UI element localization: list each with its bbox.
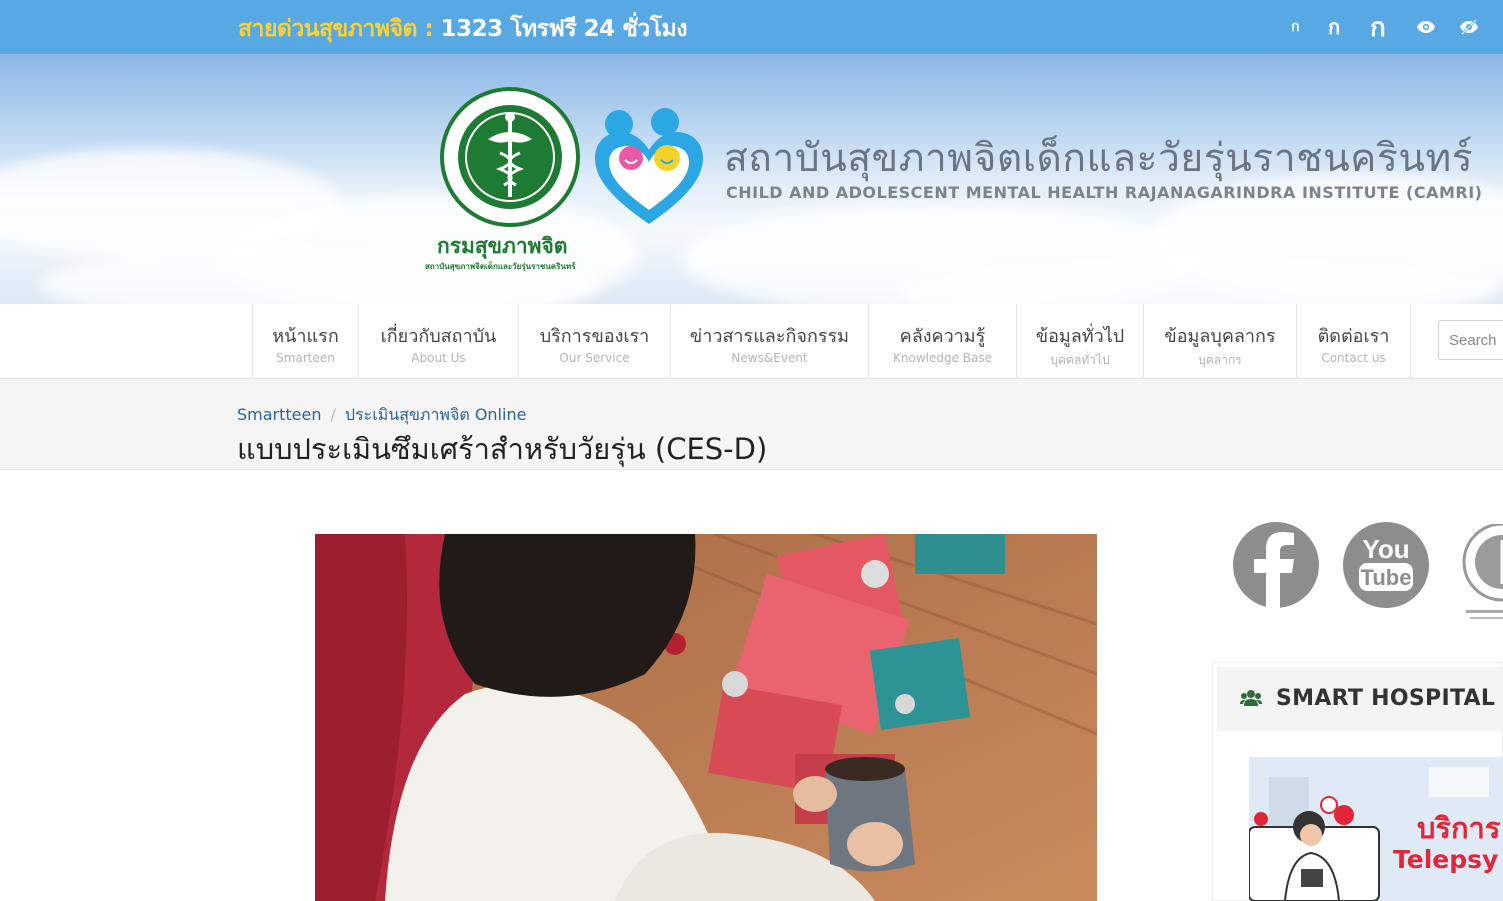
ministry-seal-logo[interactable]	[436, 87, 584, 231]
nav-label-th: คลังความรู้	[899, 326, 986, 347]
camri-logo[interactable]	[591, 106, 707, 230]
nav-label-th: ข่าวสารและกิจกรรม	[689, 326, 850, 347]
nav-item-home[interactable]: หน้าแรก Smarteen	[252, 304, 358, 378]
nav-label-en: Knowledge Base	[893, 351, 992, 365]
telepsy-banner[interactable]: บริการ Telepsy	[1249, 757, 1503, 901]
dmh-logo-icon[interactable]	[1456, 522, 1503, 628]
search-input[interactable]	[1438, 320, 1503, 360]
users-icon	[1240, 689, 1262, 711]
breadcrumb-separator: /	[330, 405, 336, 424]
nav-item-service[interactable]: บริการของเรา Our Service	[518, 304, 670, 378]
hotline-text: สายด่วนสุขภาพจิต : 1323 โทรฟรี 24 ชั่วโม…	[238, 11, 687, 47]
svg-text:Tube: Tube	[1361, 565, 1412, 590]
nav-label-th: หน้าแรก	[272, 326, 339, 347]
institute-name-th: สถาบันสุขภาพจิตเด็กและวัยรุ่นราชนครินทร์	[724, 136, 1474, 181]
font-size-medium-button[interactable]: ก	[1328, 0, 1340, 54]
top-bar: สายด่วนสุขภาพจิต : 1323 โทรฟรี 24 ชั่วโม…	[0, 0, 1503, 54]
nav-label-en: News&Event	[731, 351, 808, 365]
nav-label-th: ข้อมูลทั่วไป	[1035, 326, 1125, 347]
nav-item-knowledge[interactable]: คลังความรู้ Knowledge Base	[868, 304, 1016, 378]
breadcrumb-link-home[interactable]: Smartteen	[237, 405, 322, 424]
nav-label-th: บริการของเรา	[539, 326, 650, 347]
breadcrumb: Smartteen / ประเมินสุขภาพจิต Online	[237, 403, 526, 428]
nav-divider	[1410, 304, 1411, 378]
nav-label-en: About Us	[411, 351, 466, 365]
font-size-large-button[interactable]: ก	[1370, 0, 1386, 54]
nav-item-about[interactable]: เกี่ยวกับสถาบัน About Us	[358, 304, 518, 378]
nav-label-en: บุคลากร	[1198, 353, 1242, 367]
ministry-label: กรมสุขภาพจิต	[437, 234, 568, 258]
nav-label-th: ข้อมูลบุคลากร	[1164, 326, 1276, 347]
nav-label-en: Contact us	[1321, 351, 1386, 365]
nav-label-en: Our Service	[559, 351, 630, 365]
nav-item-staff[interactable]: ข้อมูลบุคลากร บุคลากร	[1143, 304, 1296, 378]
nav-label-th: ติดต่อเรา	[1317, 326, 1390, 347]
youtube-icon[interactable]: You Tube	[1342, 521, 1430, 613]
article-image	[315, 534, 1097, 901]
institute-name-en: CHILD AND ADOLESCENT MENTAL HEALTH RAJAN…	[726, 183, 1483, 202]
nav-item-general[interactable]: ข้อมูลทั่วไป บุคคลทั่วไป	[1016, 304, 1143, 378]
nav-label-en: Smarteen	[276, 351, 335, 365]
page-header: Smartteen / ประเมินสุขภาพจิต Online แบบประ…	[0, 379, 1503, 470]
svg-text:You: You	[1362, 534, 1409, 564]
nav-item-contact[interactable]: ติดต่อเรา Contact us	[1296, 304, 1410, 378]
nav-label-en: บุคคลทั่วไป	[1050, 353, 1110, 367]
breadcrumb-link-assessment[interactable]: ประเมินสุขภาพจิต Online	[345, 405, 527, 424]
nav-label-th: เกี่ยวกับสถาบัน	[380, 326, 497, 347]
facebook-icon[interactable]	[1232, 521, 1320, 613]
hotline-number: 1323 โทรฟรี 24 ชั่วโมง	[440, 16, 688, 42]
main-navigation: หน้าแรก Smarteen เกี่ยวกับสถาบัน About U…	[0, 304, 1503, 379]
telepsy-label-en: Telepsy	[1393, 845, 1499, 874]
page-title: แบบประเมินซึมเศร้าสำหรับวัยรุ่น (CES-D)	[237, 432, 768, 466]
font-size-small-button[interactable]: ก	[1291, 0, 1299, 54]
eye-slash-icon[interactable]	[1459, 0, 1479, 54]
hotline-label: สายด่วนสุขภาพจิต :	[238, 16, 441, 42]
eye-icon[interactable]	[1416, 0, 1436, 54]
header-banner: กรมสุขภาพจิต สถาบันสุขภาพจิตเด็กและวัยรุ…	[0, 54, 1503, 304]
ministry-sub-label: สถาบันสุขภาพจิตเด็กและวัยรุ่นราชนครินทร์	[425, 262, 576, 271]
smart-hospital-title: SMART HOSPITAL	[1276, 686, 1496, 711]
nav-item-news[interactable]: ข่าวสารและกิจกรรม News&Event	[670, 304, 868, 378]
